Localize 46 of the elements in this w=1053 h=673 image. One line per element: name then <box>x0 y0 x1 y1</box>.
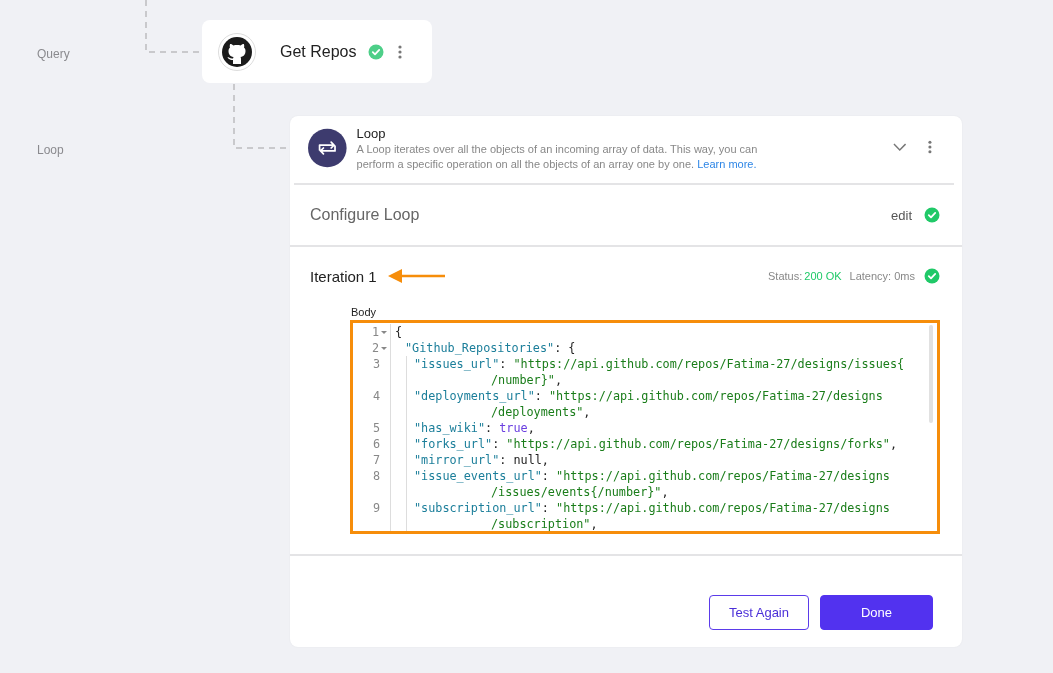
node-card[interactable]: Get Repos <box>202 20 432 83</box>
code-line: "subscription_url": "https://api.github.com/repos/Fatima-27/designs <box>414 500 890 516</box>
line-number: 4 <box>372 388 380 404</box>
code-line: /number}", <box>490 372 563 388</box>
status-value: 200 OK <box>804 270 842 282</box>
code-line: /subscription", <box>490 516 598 531</box>
line-number: 7 <box>372 452 380 468</box>
learn-more-link[interactable]: Learn more. <box>697 158 757 170</box>
edit-link[interactable]: edit <box>891 207 912 223</box>
line-number: 3 <box>372 356 380 372</box>
line-number: 1 <box>371 324 379 340</box>
latency-text: Latency: 0ms <box>849 270 915 282</box>
section-title: Configure Loop <box>310 206 421 224</box>
cat-logo-icon <box>218 32 256 71</box>
node-title: Get Repos <box>280 42 357 61</box>
line-number: 2 <box>371 340 379 356</box>
line-number: 5 <box>372 420 380 436</box>
more-options-icon[interactable] <box>928 140 932 154</box>
code-line: "deployments_url": "https://api.github.com/repos/Fatima-27/designs <box>414 388 883 404</box>
code-line: "mirror_url": null, <box>414 452 549 468</box>
description-text: A Loop iterates over all the objects of an incoming array of data. This way, you can perform a specific operation on all the objects of an array one by one. Learn more. <box>356 142 759 172</box>
code-line: "Github_Repositories": { <box>405 340 576 356</box>
code-line: "has_wiki": true, <box>414 420 535 436</box>
more-options-icon[interactable] <box>398 44 403 59</box>
stage-label: Loop <box>37 143 64 157</box>
done-button[interactable]: Done <box>820 595 933 630</box>
section-title: Iteration 1 <box>310 267 377 285</box>
code-line: { <box>395 324 403 340</box>
code-line: "forks_url": "https://api.github.com/repos/Fatima-27/designs/forks", <box>414 436 897 452</box>
status-label: Status: <box>768 270 803 282</box>
fold-toggle-icon[interactable] <box>381 330 387 334</box>
body-label: Body <box>351 306 378 318</box>
stage-label: Query <box>37 47 70 61</box>
line-number: 9 <box>372 500 380 516</box>
fold-toggle-icon[interactable] <box>381 346 387 350</box>
panel-title: Loop <box>356 126 387 142</box>
line-number: 6 <box>372 436 380 452</box>
line-number: 8 <box>372 468 380 484</box>
code-line: /issues/events{/number}", <box>490 484 669 500</box>
code-line: /deployments", <box>490 404 591 420</box>
code-editor[interactable] <box>350 320 940 534</box>
code-line: "issue_events_url": "https://api.github.com/repos/Fatima-27/designs <box>414 468 890 484</box>
test-again-button[interactable]: Test Again <box>709 595 809 630</box>
repeat-icon <box>308 128 347 168</box>
code-line: "issues_url": "https://api.github.com/repos/Fatima-27/designs/issues{ <box>414 356 905 372</box>
chevron-down-icon[interactable] <box>892 143 907 151</box>
